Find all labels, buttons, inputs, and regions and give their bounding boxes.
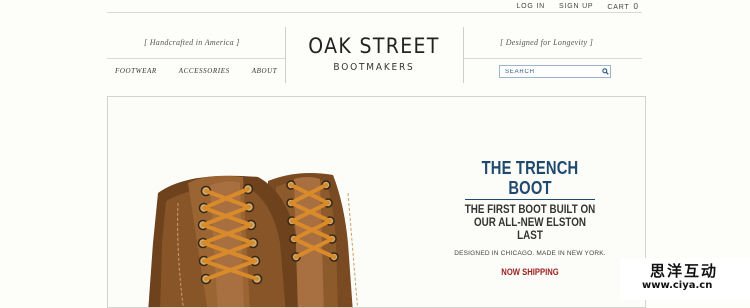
logo-divider-right <box>463 27 464 83</box>
search-button[interactable] <box>600 67 610 77</box>
hero-title: THE TRENCH BOOT <box>481 158 579 198</box>
main-nav: FOOTWEAR ACCESSORIES ABOUT <box>115 67 277 75</box>
site-header: [ Handcrafted in America ] FOOTWEAR ACCE… <box>107 27 642 85</box>
top-bar: LOG IN SIGN UP CART 0 <box>107 0 642 13</box>
hero-banner[interactable]: THE TRENCH BOOT THE FIRST BOOT BUILT ON … <box>107 96 646 308</box>
tagline-left: [ Handcrafted in America ] <box>144 38 240 47</box>
account-links: LOG IN SIGN UP CART 0 <box>516 2 638 11</box>
cart-count: 0 <box>633 2 638 11</box>
hero-copy: THE TRENCH BOOT THE FIRST BOOT BUILT ON … <box>450 158 610 277</box>
nav-item-footwear[interactable]: FOOTWEAR <box>115 67 157 75</box>
logo-wordmark: OAK STREET <box>308 34 440 58</box>
now-shipping-link[interactable]: NOW SHIPPING <box>462 267 598 277</box>
signup-link[interactable]: SIGN UP <box>559 3 593 10</box>
logo-subtitle: BOOTMAKERS <box>333 62 415 73</box>
search-icon <box>601 68 609 75</box>
hero-title-rule <box>465 199 595 200</box>
login-link[interactable]: LOG IN <box>516 3 545 10</box>
search-input[interactable] <box>500 67 601 76</box>
boot-image <box>148 173 359 307</box>
header-divider-left <box>107 58 285 59</box>
header-divider-right <box>464 58 642 59</box>
watermark-title: 思洋互动 <box>650 262 719 280</box>
nav-item-accessories[interactable]: ACCESSORIES <box>179 67 230 75</box>
nav-item-about[interactable]: ABOUT <box>252 67 278 75</box>
hero-origin-text: DESIGNED IN CHICAGO. MADE IN NEW YORK. <box>454 250 606 257</box>
tagline-right: [ Designed for Longevity ] <box>500 38 594 47</box>
cart-label: CART <box>607 4 630 11</box>
hero-subtitle-line-2: OUR ALL-NEW ELSTON LAST <box>473 215 587 242</box>
watermark-url: www.ciya.cn <box>642 280 713 291</box>
search-box <box>499 65 611 78</box>
site-logo[interactable]: OAK STREET BOOTMAKERS <box>285 34 463 73</box>
cart-link[interactable]: CART 0 <box>607 2 638 11</box>
watermark: 思洋互动 www.ciya.cn <box>620 258 750 300</box>
